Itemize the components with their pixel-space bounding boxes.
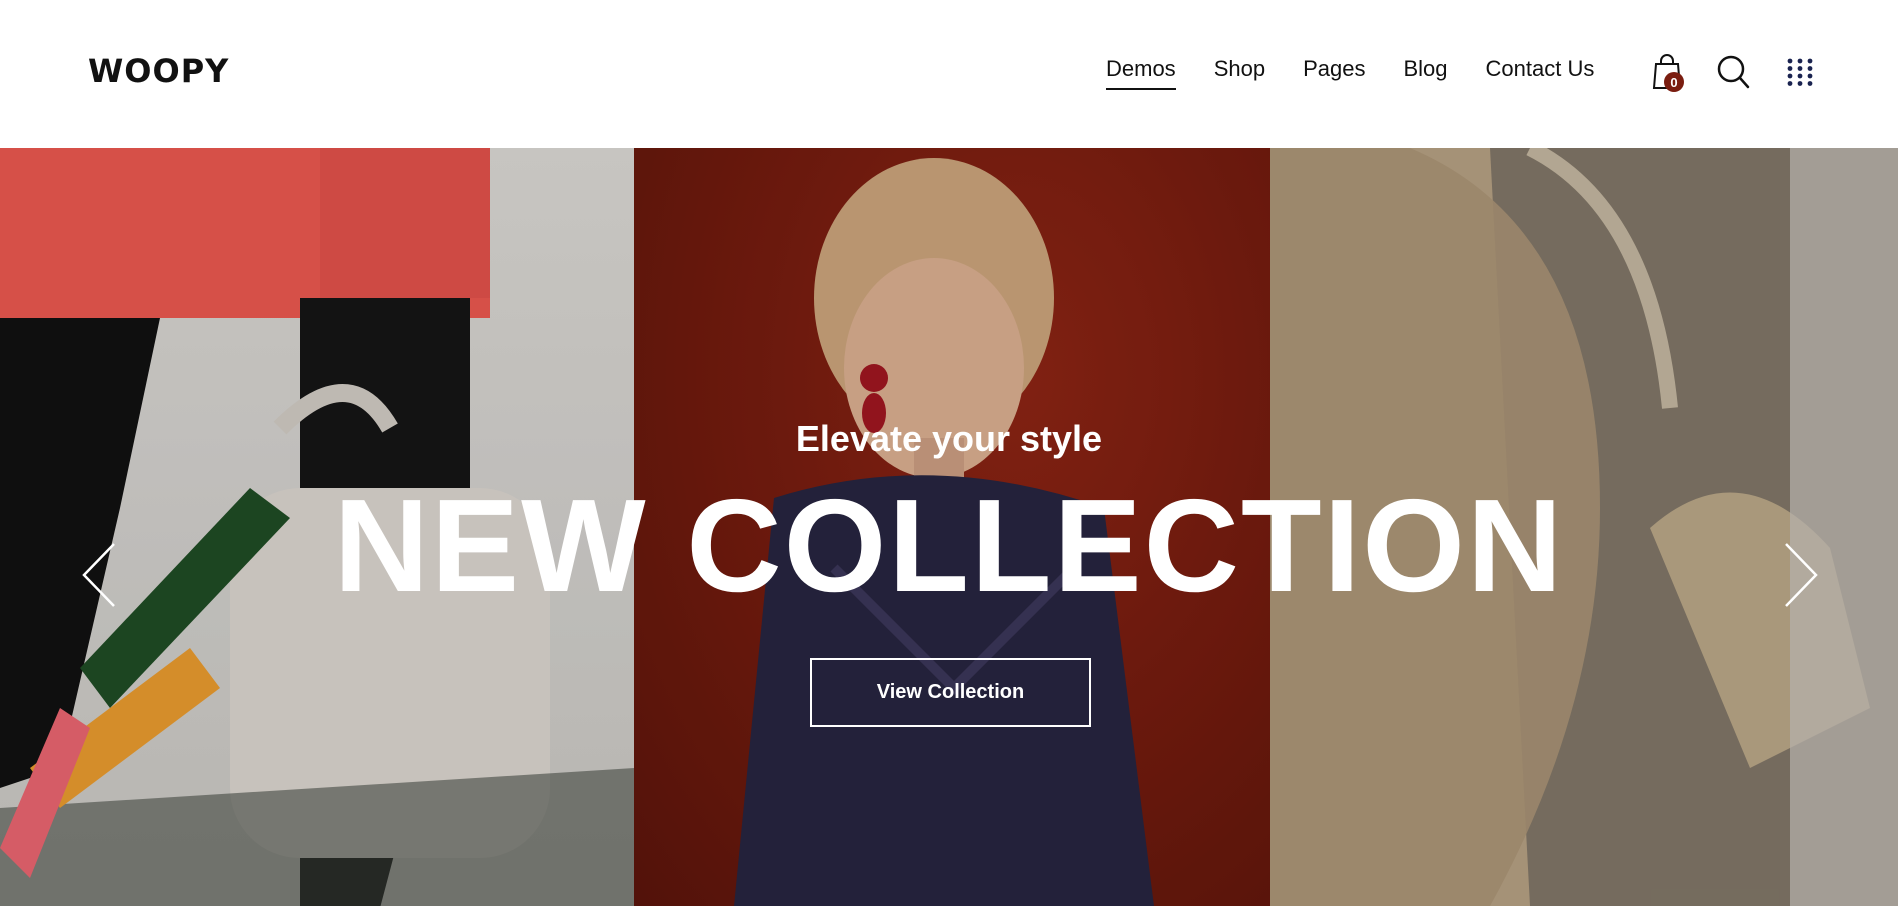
hero-headline: NEW COLLECTION [333,472,1565,619]
chevron-left-icon[interactable] [80,540,120,610]
hero-subtitle: Elevate your style [795,418,1103,459]
nav-item-demos[interactable]: Demos [1106,56,1176,90]
search-icon[interactable] [1716,54,1750,90]
brand-logo[interactable]: WOOPY [88,52,229,90]
grid-menu-icon[interactable] [1786,58,1814,86]
main-nav: Demos Shop Pages Blog Contact Us [1106,56,1594,90]
view-collection-button[interactable]: View Collection [810,658,1091,727]
cart-count-badge: 0 [1664,72,1684,92]
nav-item-pages[interactable]: Pages [1303,56,1365,90]
chevron-right-icon[interactable] [1780,540,1820,610]
hero-slider: Elevate your style NEW COLLECTION View C… [0,148,1898,906]
nav-item-shop[interactable]: Shop [1214,56,1265,90]
nav-item-contact-us[interactable]: Contact Us [1486,56,1595,90]
nav-item-blog[interactable]: Blog [1403,56,1447,90]
site-header: WOOPY Demos Shop Pages Blog Contact Us 0 [0,0,1898,148]
